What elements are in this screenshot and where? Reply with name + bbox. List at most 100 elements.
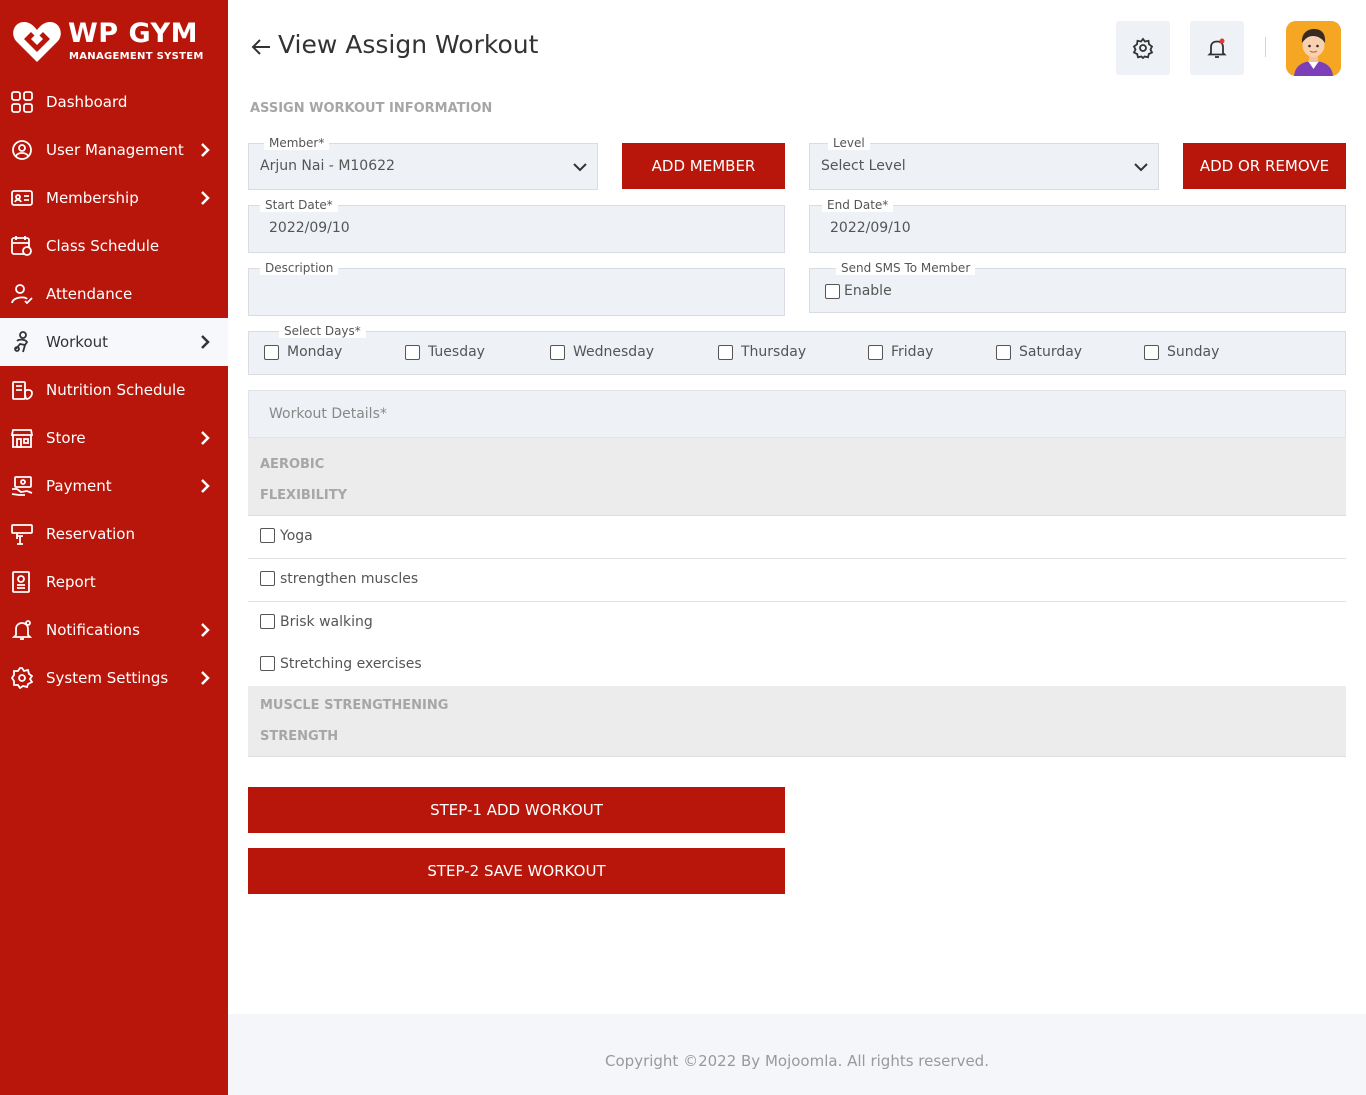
day-friday[interactable]: Friday [868,344,933,360]
sidebar-item-label: Payment [46,477,112,495]
end-date-label: End Date* [822,198,894,212]
day-tuesday[interactable]: Tuesday [405,344,485,360]
day-label: Thursday [741,344,807,360]
chevron-right-icon [201,143,210,157]
workout-icon [14,331,29,353]
sidebar-item-label: Class Schedule [46,237,160,255]
sidebar-item-notifications[interactable]: Notifications [0,606,228,654]
day-checkbox[interactable] [996,344,1011,360]
chevron-right-icon [201,671,210,685]
sms-enable-option[interactable]: Enable [825,283,892,299]
start-date-field[interactable]: Start Date* 2022/09/10 [248,198,785,253]
day-saturday[interactable]: Saturday [996,344,1082,360]
sidebar-item-label: System Settings [46,669,169,687]
sidebar-item-workout[interactable]: Workout [0,318,228,366]
copyright-text: Copyright ©2022 By Mojoomla. All rights … [605,1052,989,1070]
step2-save-workout-button[interactable]: STEP-2 SAVE WORKOUT [248,848,785,894]
sidebar-item-label: Nutrition Schedule [46,381,186,399]
user-avatar-icon [1286,21,1341,76]
day-checkbox[interactable] [264,344,279,360]
bell-icon [1207,38,1227,58]
day-thursday[interactable]: Thursday [718,344,806,360]
sidebar-item-dashboard[interactable]: Dashboard [0,78,228,126]
workout-checkbox[interactable] [260,571,275,586]
sidebar-item-report[interactable]: Report [0,558,228,606]
reservation-icon [11,524,33,545]
notifications-button[interactable] [1190,21,1244,75]
section-title: ASSIGN WORKOUT INFORMATION [250,101,493,116]
add-or-remove-button[interactable]: ADD OR REMOVE [1183,143,1346,189]
settings-button[interactable] [1116,21,1170,75]
level-select[interactable]: Level Select Level [809,136,1159,190]
day-label: Sunday [1167,344,1220,360]
day-label: Monday [287,344,343,360]
brand-title: WP GYM [68,18,198,49]
day-label: Wednesday [573,344,655,360]
workout-row-strengthen-muscles[interactable]: strengthen muscles [248,559,1346,602]
day-label: Friday [891,344,934,360]
workout-row-yoga[interactable]: Yoga [248,516,1346,559]
sms-enable-label: Enable [844,283,892,299]
sidebar-item-label: User Management [46,141,184,159]
step1-add-workout-button[interactable]: STEP-1 ADD WORKOUT [248,787,785,833]
sidebar-item-label: Reservation [46,525,135,543]
workout-category-aerobic: AEROBIC FLEXIBILITY [248,438,1346,516]
sidebar-item-class-schedule[interactable]: Class Schedule [0,222,228,270]
workout-details-header: Workout Details* [248,390,1346,438]
day-monday[interactable]: Monday [264,344,342,360]
workout-label: Yoga [280,528,313,544]
member-value: Arjun Nai - M10622 [260,158,395,174]
send-sms-label: Send SMS To Member [836,261,976,275]
back-arrow-icon[interactable] [250,36,272,58]
workout-details-label: Workout Details* [269,406,387,422]
sidebar-nav: Dashboard User Management Membership Cla… [0,78,228,702]
day-sunday[interactable]: Sunday [1144,344,1219,360]
day-checkbox[interactable] [868,344,883,360]
payment-icon [11,476,33,496]
member-select[interactable]: Member* Arjun Nai - M10622 [248,136,598,190]
brand-logo[interactable]: WP GYM MANAGEMENT SYSTEM [12,16,222,68]
workout-row-brisk-walking[interactable]: Brisk walking [248,602,1346,645]
category-title: MUSCLE STRENGTHENING [260,698,449,713]
description-label: Description [260,261,339,275]
sidebar-item-membership[interactable]: Membership [0,174,228,222]
chevron-right-icon [201,623,210,637]
end-date-field[interactable]: End Date* 2022/09/10 [809,198,1346,253]
day-checkbox[interactable] [405,344,420,360]
user-management-icon [12,140,32,160]
category-title: AEROBIC [260,457,325,472]
sidebar-item-system-settings[interactable]: System Settings [0,654,228,702]
workout-checkbox[interactable] [260,656,275,671]
member-label: Member* [264,136,330,150]
heart-logo-icon [13,22,61,62]
chevron-right-icon [201,335,210,349]
sidebar-item-user-management[interactable]: User Management [0,126,228,174]
sidebar-item-attendance[interactable]: Attendance [0,270,228,318]
membership-card-icon [11,190,33,206]
sms-enable-checkbox[interactable] [825,283,840,299]
sidebar-item-nutrition-schedule[interactable]: Nutrition Schedule [0,366,228,414]
workout-checkbox[interactable] [260,528,275,543]
sidebar-item-reservation[interactable]: Reservation [0,510,228,558]
sidebar-item-store[interactable]: Store [0,414,228,462]
sidebar-item-label: Store [46,429,86,447]
sidebar-item-label: Notifications [46,621,140,639]
avatar[interactable] [1286,21,1341,76]
day-checkbox[interactable] [550,344,565,360]
workout-checkbox[interactable] [260,614,275,629]
dashboard-icon [11,91,33,113]
chevron-down-icon [1134,163,1148,172]
add-member-button[interactable]: ADD MEMBER [622,143,785,189]
workout-label: strengthen muscles [280,571,419,587]
description-field[interactable]: Description [248,261,785,316]
workout-label: Brisk walking [280,614,373,630]
attendance-icon [11,284,33,305]
day-wednesday[interactable]: Wednesday [550,344,654,360]
end-date-value: 2022/09/10 [830,220,911,236]
sidebar-item-payment[interactable]: Payment [0,462,228,510]
chevron-right-icon [201,191,210,205]
workout-row-stretching-exercises[interactable]: Stretching exercises [248,644,1346,687]
day-checkbox[interactable] [718,344,733,360]
day-label: Tuesday [428,344,485,360]
day-checkbox[interactable] [1144,344,1159,360]
